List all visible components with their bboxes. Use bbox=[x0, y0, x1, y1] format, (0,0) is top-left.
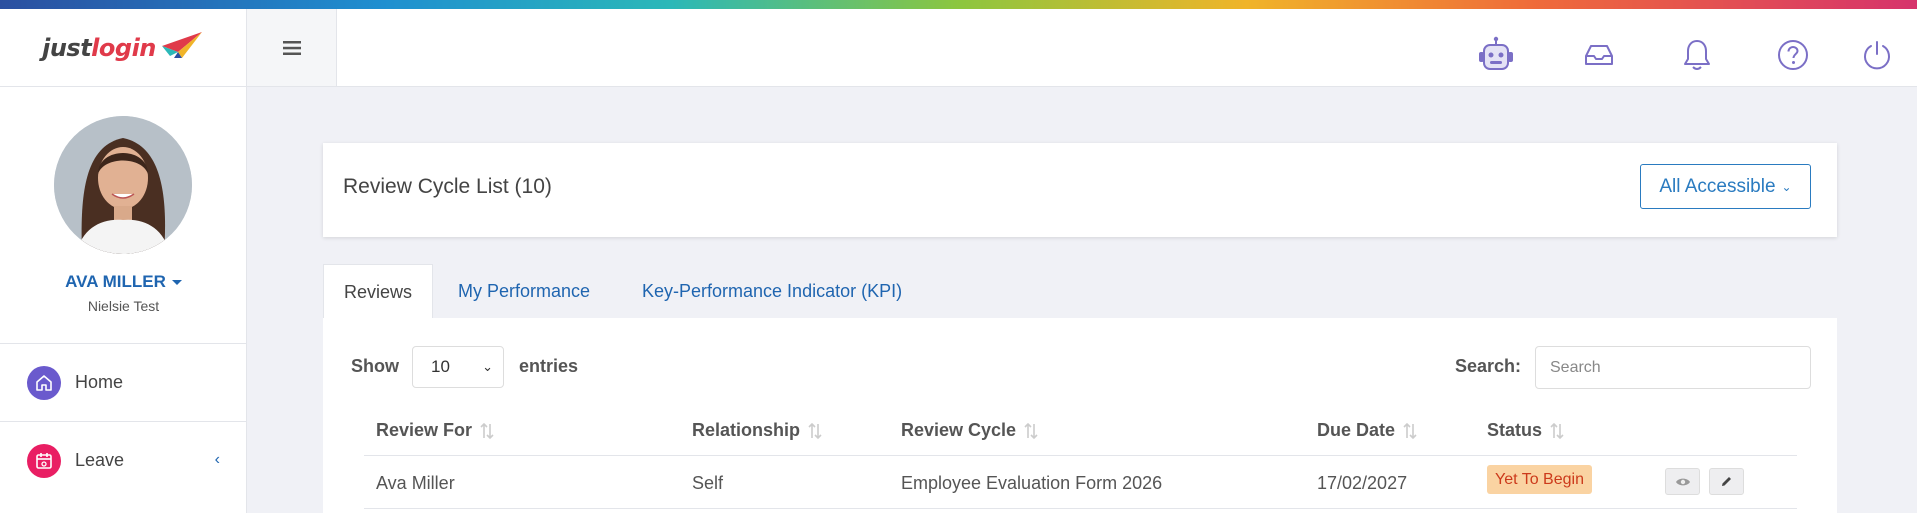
sidebar: AVA MILLER Nielsie Test Home Leave ‹ bbox=[0, 87, 247, 513]
notifications-button[interactable] bbox=[1677, 35, 1717, 75]
entries-value: 10 bbox=[431, 357, 450, 376]
column-header-relationship[interactable]: Relationship bbox=[692, 420, 822, 441]
tab-label: Key-Performance Indicator (KPI) bbox=[642, 281, 903, 301]
avatar[interactable] bbox=[54, 116, 192, 254]
help-icon bbox=[1778, 40, 1808, 70]
search-input[interactable] bbox=[1535, 346, 1811, 389]
column-header-label: Review Cycle bbox=[901, 420, 1017, 440]
calendar-icon bbox=[27, 443, 61, 478]
column-header-label: Review For bbox=[376, 420, 473, 440]
sidebar-item-label: Home bbox=[75, 372, 124, 392]
chevron-down-icon: ⌄ bbox=[482, 359, 493, 374]
table-header-divider bbox=[364, 455, 1797, 456]
cell-review-cycle: Employee Evaluation Form 2026 bbox=[901, 473, 1163, 493]
tab-reviews[interactable]: Reviews bbox=[323, 264, 434, 319]
edit-button[interactable] bbox=[1709, 468, 1744, 495]
sort-icon bbox=[1403, 422, 1417, 439]
chevron-down-icon: ⌄ bbox=[1781, 179, 1792, 194]
cell-due-date: 17/02/2027 bbox=[1317, 473, 1408, 493]
sort-icon bbox=[480, 422, 494, 439]
column-header-review-cycle[interactable]: Review Cycle bbox=[901, 420, 1038, 441]
paper-plane-icon bbox=[161, 31, 202, 58]
view-button[interactable] bbox=[1665, 468, 1700, 495]
cell-relationship: Self bbox=[692, 473, 724, 493]
sidebar-item-home[interactable]: Home bbox=[0, 343, 247, 421]
column-header-status[interactable]: Status bbox=[1487, 420, 1564, 441]
search-label: Search: bbox=[1455, 356, 1522, 376]
robot-icon bbox=[1479, 36, 1513, 70]
entries-per-page-select[interactable]: 10 ⌄ bbox=[412, 346, 504, 388]
home-icon bbox=[27, 365, 61, 400]
user-name: AVA MILLER bbox=[65, 272, 166, 291]
tab-kpi[interactable]: Key-Performance Indicator (KPI) bbox=[642, 264, 902, 319]
tab-label: My Performance bbox=[458, 281, 591, 301]
brand-logo[interactable]: justlogin bbox=[0, 9, 247, 87]
logo-text-just: just bbox=[42, 33, 92, 62]
power-icon bbox=[1864, 41, 1890, 70]
sort-icon bbox=[1024, 422, 1038, 439]
show-label: Show bbox=[351, 356, 399, 376]
scope-filter-dropdown[interactable]: All Accessible ⌄ bbox=[1640, 164, 1811, 209]
user-name-dropdown[interactable]: AVA MILLER bbox=[0, 272, 247, 292]
review-cycle-header-card: Review Cycle List (10) All Accessible ⌄ bbox=[323, 143, 1837, 237]
column-header-review-for[interactable]: Review For bbox=[376, 420, 494, 441]
sidebar-item-label: Leave bbox=[75, 450, 125, 470]
scope-filter-label: All Accessible bbox=[1659, 175, 1776, 197]
inbox-icon bbox=[1585, 45, 1613, 65]
top-color-bar bbox=[0, 0, 1917, 9]
tab-my-performance[interactable]: My Performance bbox=[458, 264, 590, 319]
hamburger-icon bbox=[282, 40, 301, 55]
page-title: Review Cycle List (10) bbox=[343, 175, 552, 198]
column-header-label: Status bbox=[1487, 420, 1543, 440]
column-header-label: Relationship bbox=[692, 420, 801, 440]
bell-icon bbox=[1684, 40, 1710, 70]
user-company: Nielsie Test bbox=[87, 298, 160, 314]
chatbot-button[interactable] bbox=[1476, 35, 1516, 75]
sort-icon bbox=[1550, 422, 1564, 439]
reviews-table-panel: Show 10 ⌄ entries Search: Review For Rel… bbox=[323, 318, 1837, 513]
column-header-due-date[interactable]: Due Date bbox=[1317, 420, 1417, 441]
sidebar-item-leave[interactable]: Leave ‹ bbox=[0, 421, 247, 499]
tab-label: Reviews bbox=[344, 281, 413, 302]
logo-text-login: login bbox=[91, 33, 156, 62]
top-navbar bbox=[247, 9, 1917, 87]
help-button[interactable] bbox=[1773, 35, 1813, 75]
status-badge: Yet To Begin bbox=[1487, 465, 1592, 494]
sort-icon bbox=[808, 422, 822, 439]
inbox-button[interactable] bbox=[1579, 35, 1619, 75]
column-header-label: Due Date bbox=[1317, 420, 1396, 440]
logout-button[interactable] bbox=[1857, 35, 1897, 75]
pencil-icon bbox=[1722, 477, 1731, 486]
chevron-left-icon: ‹ bbox=[214, 451, 220, 468]
caret-down-icon bbox=[171, 280, 182, 286]
menu-toggle-button[interactable] bbox=[247, 9, 337, 86]
entries-label: entries bbox=[519, 356, 579, 376]
eye-icon bbox=[1675, 478, 1690, 485]
table-row-divider bbox=[364, 508, 1797, 509]
cell-review-for: Ava Miller bbox=[376, 473, 455, 493]
